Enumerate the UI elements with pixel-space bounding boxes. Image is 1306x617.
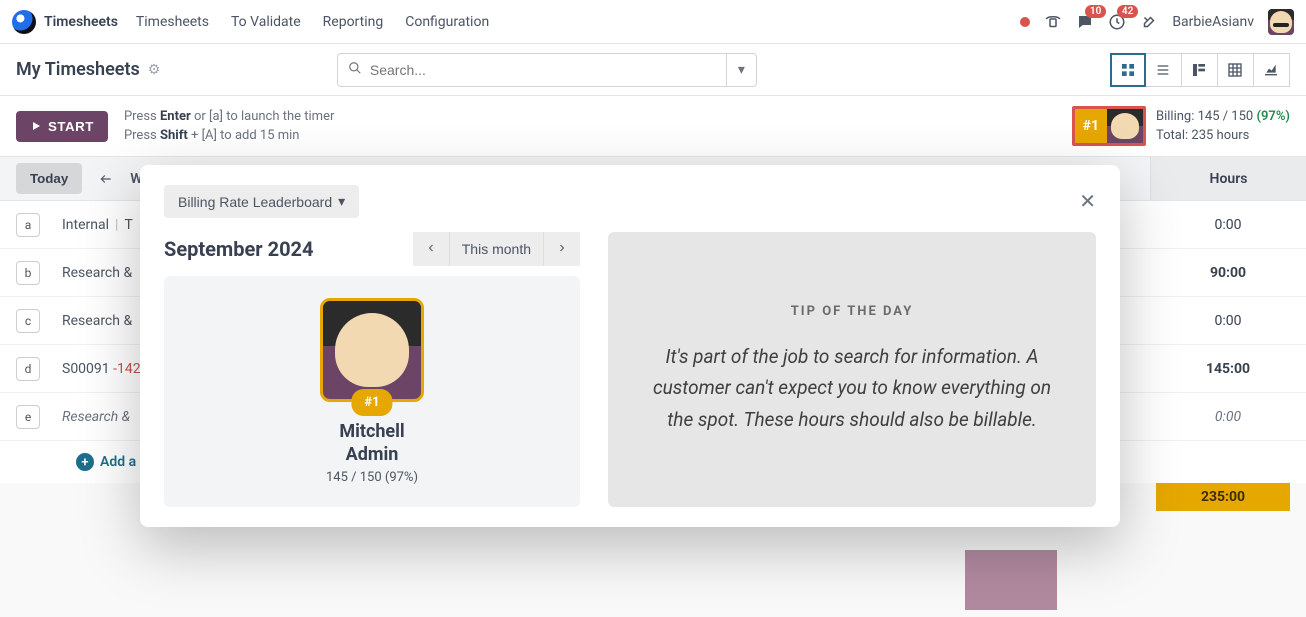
subheader: My Timesheets ⚙ ▾ [0, 44, 1306, 96]
page-title: My Timesheets [16, 59, 140, 80]
close-icon[interactable]: ✕ [1079, 189, 1096, 214]
tools-icon[interactable] [1140, 13, 1158, 31]
prev-month-button[interactable] [413, 232, 449, 266]
today-button[interactable]: Today [16, 163, 82, 194]
row-key[interactable]: e [16, 405, 40, 429]
leader-avatar [320, 298, 424, 402]
row-key[interactable]: b [16, 261, 40, 285]
row-key[interactable]: c [16, 309, 40, 333]
top-nav: Timesheets Timesheets To Validate Report… [0, 0, 1306, 44]
view-kanban[interactable] [1110, 53, 1146, 87]
leaderboard-dropdown[interactable]: Billing Rate Leaderboard ▾ [164, 185, 359, 218]
nav-timesheets[interactable]: Timesheets [136, 14, 209, 30]
search-icon [348, 61, 362, 79]
row-hours: 145:00 [1150, 361, 1306, 377]
tip-heading: TIP OF THE DAY [791, 304, 914, 319]
leader-rank-badge: #1 [351, 389, 392, 416]
record-indicator [1020, 17, 1030, 27]
nav-configuration[interactable]: Configuration [405, 14, 489, 30]
search-bar: ▾ [337, 53, 757, 87]
prev-arrow[interactable] [90, 157, 122, 200]
search-input[interactable] [370, 62, 716, 78]
row-hours: 90:00 [1150, 265, 1306, 281]
view-switcher [1110, 53, 1290, 87]
billing-pct: (97%) [1256, 109, 1290, 124]
clock-badge: 42 [1117, 5, 1138, 18]
rank-number: #1 [1075, 109, 1107, 143]
column-highlight [965, 550, 1057, 610]
plus-icon: + [76, 453, 94, 471]
view-graph[interactable] [1254, 53, 1290, 87]
messages-button[interactable]: 10 [1076, 13, 1094, 31]
billing-summary: #1 Billing: 145 / 150 (97%) Total: 235 h… [1072, 106, 1290, 146]
view-pivot[interactable] [1218, 53, 1254, 87]
month-title: September 2024 [164, 237, 314, 261]
tip-body: It's part of the job to search for infor… [644, 341, 1060, 435]
leader-name-1: Mitchell [339, 420, 404, 443]
leader-card: #1 Mitchell Admin 145 / 150 (97%) [164, 276, 580, 507]
start-button[interactable]: START [16, 111, 108, 142]
chevron-down-icon: ▾ [338, 193, 345, 210]
timer-hints: Press Enter or [a] to launch the timer P… [124, 107, 334, 146]
next-month-button[interactable] [543, 232, 580, 266]
avatar[interactable] [1268, 9, 1294, 35]
start-button-label: START [48, 119, 94, 134]
tip-panel: TIP OF THE DAY It's part of the job to s… [608, 232, 1096, 507]
row-hours: 0:00 [1150, 313, 1306, 329]
total-label: Total: 235 hours [1156, 126, 1290, 146]
billing-label: Billing: 145 / 150 [1156, 109, 1256, 124]
activities-button[interactable]: 42 [1108, 13, 1126, 31]
app-title: Timesheets [44, 14, 118, 30]
rank-avatar [1107, 109, 1143, 143]
view-list[interactable] [1146, 53, 1182, 87]
rank-badge[interactable]: #1 [1072, 106, 1146, 146]
chat-badge: 10 [1085, 5, 1106, 18]
leaderboard-panel: September 2024 This month #1 [164, 232, 580, 507]
leader-stats: 145 / 150 (97%) [326, 470, 418, 485]
month-nav: This month [413, 232, 580, 266]
action-bar: START Press Enter or [a] to launch the t… [0, 96, 1306, 157]
row-hours: 0:00 [1150, 217, 1306, 233]
view-grid2[interactable] [1182, 53, 1218, 87]
totals-end: 235:00 [1156, 483, 1290, 511]
app-logo [12, 10, 36, 34]
leader-name-2: Admin [339, 443, 404, 466]
nav-tovalidate[interactable]: To Validate [231, 14, 301, 30]
gear-icon[interactable]: ⚙ [148, 62, 161, 78]
user-name[interactable]: BarbieAsianv [1172, 14, 1254, 30]
phone-icon[interactable] [1044, 13, 1062, 31]
search-options-toggle[interactable]: ▾ [726, 54, 756, 86]
nav-reporting[interactable]: Reporting [323, 14, 384, 30]
row-key[interactable]: d [16, 357, 40, 381]
this-month-button[interactable]: This month [449, 232, 543, 266]
row-key[interactable]: a [16, 213, 40, 237]
leaderboard-modal: Billing Rate Leaderboard ▾ ✕ September 2… [140, 165, 1120, 527]
hours-header: Hours [1150, 157, 1306, 200]
row-hours: 0:00 [1150, 409, 1306, 425]
